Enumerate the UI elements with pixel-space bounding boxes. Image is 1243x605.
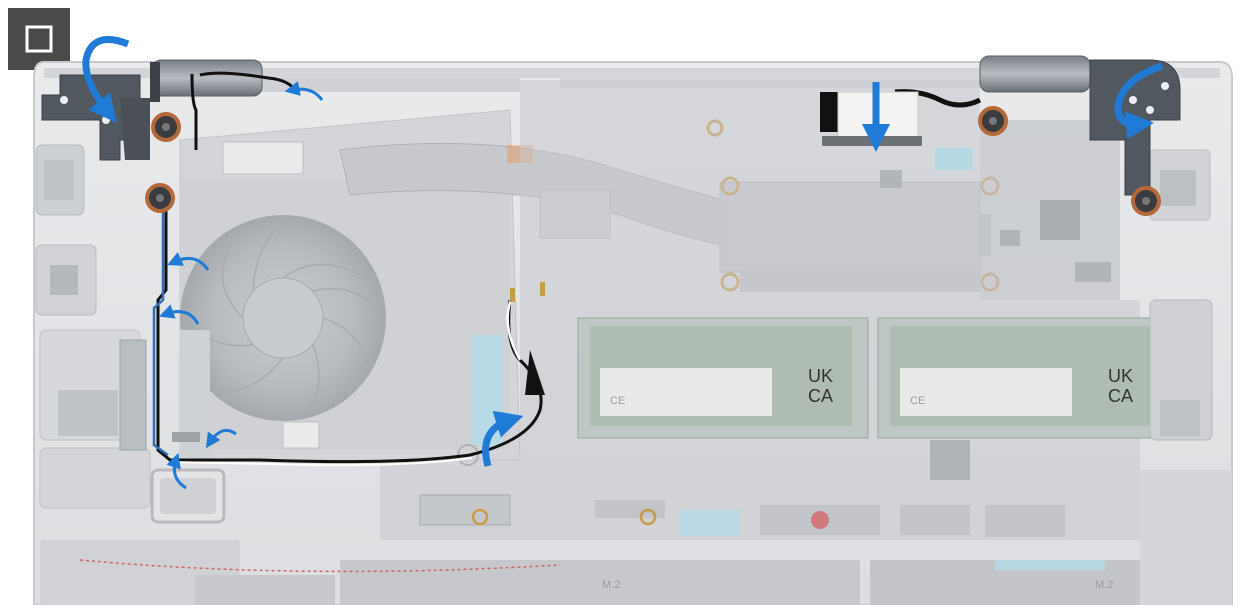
ram-left-marking-ca: CA	[808, 386, 833, 406]
screw-right-hinge-top	[978, 106, 1008, 136]
ram-left-ce-mark: CE	[610, 395, 625, 407]
ram-left-marking-uk: UK	[808, 366, 833, 386]
ram-right-marking-ca: CA	[1108, 386, 1133, 406]
laptop-hinge-removal-diagram: CE UK CA CE UK CA M.2 M.2	[8, 8, 1233, 605]
ssd-label-left: M.2	[602, 579, 620, 591]
screw-left-hinge-bottom	[145, 183, 175, 213]
ram-right-ce-mark: CE	[910, 395, 925, 407]
ram-module-left: CE UK CA	[577, 317, 869, 439]
step-indicator	[8, 8, 70, 70]
ram-right-marking-uk: UK	[1108, 366, 1133, 386]
screw-left-hinge-top	[151, 112, 181, 142]
ssd-label-right: M.2	[1095, 579, 1113, 591]
ram-module-right: CE UK CA	[877, 317, 1169, 439]
screw-right-hinge-bottom	[1131, 186, 1161, 216]
